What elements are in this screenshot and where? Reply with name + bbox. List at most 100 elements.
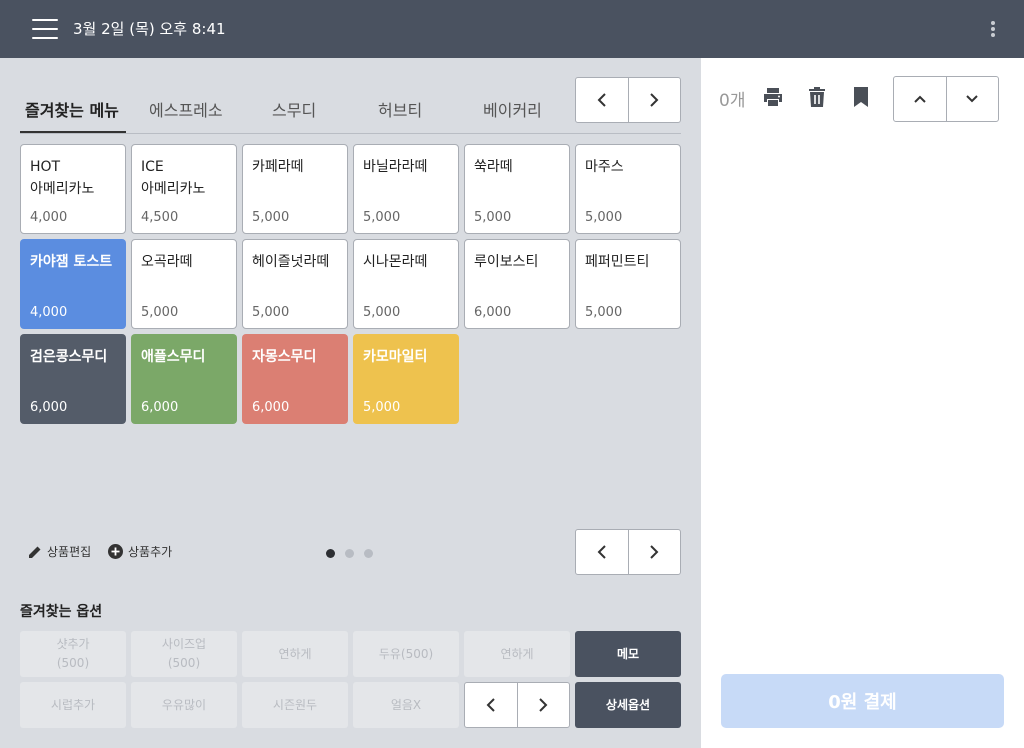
option-extra-milk[interactable]: 우유많이 [131,682,237,728]
chevron-right-icon [539,698,548,712]
product-card[interactable]: 카야잼 토스트 4,000 [20,239,126,329]
chevron-down-icon [966,95,978,103]
plus-circle-icon [108,544,123,559]
option-price: (500) [56,656,90,670]
option-light-2[interactable]: 연하게 [464,631,570,677]
add-product-label: 상품추가 [128,545,173,559]
product-price: 5,000 [474,210,512,225]
cart-panel: 0개 0원 결제 [701,58,1024,748]
option-pager [464,682,570,728]
product-card[interactable]: 헤이즐넛라떼 5,000 [242,239,348,329]
option-size-up[interactable]: 사이즈업 (500) [131,631,237,677]
option-extra-shot[interactable]: 샷추가 (500) [20,631,126,677]
product-card[interactable]: HOT 아메리카노 4,000 [20,144,126,234]
option-season-bean[interactable]: 시즌원두 [242,682,348,728]
product-next-button[interactable] [627,530,681,574]
page-indicator [326,549,373,558]
product-name: 헤이즐넛라떼 [252,254,330,270]
option-soy-milk[interactable]: 두유(500) [353,631,459,677]
product-card[interactable]: 마주스 5,000 [575,144,681,234]
product-price: 5,000 [585,305,623,320]
option-label: 시럽추가 [50,697,96,712]
option-light[interactable]: 연하게 [242,631,348,677]
datetime-label: 3월 2일 (목) 오후 8:41 [73,20,226,38]
detail-options-button[interactable]: 상세옵션 [575,682,681,728]
product-name: 바닐라라떼 [363,159,428,175]
product-name: 페퍼민트티 [585,254,650,270]
option-label: 사이즈업 [161,637,207,651]
chevron-right-icon [650,545,659,559]
option-label: 연하게 [278,646,312,661]
product-card[interactable]: 페퍼민트티 5,000 [575,239,681,329]
memo-button[interactable]: 메모 [575,631,681,677]
product-name: 카야잼 토스트 [30,254,113,270]
product-price: 5,000 [363,210,401,225]
option-next-button[interactable] [516,683,570,727]
tab-favorites[interactable]: 즐겨찾는 메뉴 [25,97,119,121]
product-name: 카페라떼 [252,159,304,175]
page-dot[interactable] [345,549,354,558]
page-dot[interactable] [326,549,335,558]
product-card[interactable]: 검은콩스무디 6,000 [20,334,126,424]
product-name: 검은콩스무디 [30,349,108,365]
product-name: 마주스 [585,159,624,175]
product-name: 쑥라떼 [474,159,513,175]
option-label: 메모 [616,646,640,661]
menu-icon[interactable] [32,19,58,39]
product-card[interactable]: 오곡라떼 5,000 [131,239,237,329]
product-price: 4,500 [141,210,179,225]
product-name: HOT 아메리카노 [30,159,95,197]
pay-button[interactable]: 0원 결제 [721,674,1004,728]
tab-espresso[interactable]: 에스프레소 [149,97,223,121]
product-price: 6,000 [252,400,290,415]
chevron-left-icon [597,545,606,559]
option-label: 샷추가 [56,637,90,651]
bookmark-icon[interactable] [849,85,873,109]
option-label: 시즌원두 [272,697,318,712]
option-label: 연하게 [500,646,534,661]
tab-smoothie[interactable]: 스무디 [272,97,316,121]
edit-products-button[interactable]: 상품편집 [28,543,91,560]
product-card[interactable]: 자몽스무디 6,000 [242,334,348,424]
product-price: 5,000 [141,305,179,320]
print-icon[interactable] [761,85,785,109]
trash-icon[interactable] [805,85,829,109]
product-card[interactable]: 애플스무디 6,000 [131,334,237,424]
scroll-down-button[interactable] [945,77,999,121]
option-no-ice[interactable]: 얼음X [353,682,459,728]
option-label: 얼음X [390,697,422,712]
product-price: 5,000 [252,305,290,320]
tab-next-button[interactable] [627,78,681,122]
more-vert-icon[interactable] [985,18,1001,40]
add-product-button[interactable]: 상품추가 [108,543,172,560]
product-card[interactable]: 시나몬라떼 5,000 [353,239,459,329]
product-price: 6,000 [141,400,179,415]
product-price: 4,000 [30,210,68,225]
product-card[interactable]: 카페라떼 5,000 [242,144,348,234]
tab-bakery[interactable]: 베이커리 [483,97,542,121]
product-card[interactable]: 루이보스티 6,000 [464,239,570,329]
tab-prev-button[interactable] [576,78,628,122]
option-label: 우유많이 [161,697,207,712]
top-bar: 3월 2일 (목) 오후 8:41 [0,0,1024,58]
product-price: 6,000 [30,400,68,415]
option-price: (500) [167,656,201,670]
product-price: 5,000 [252,210,290,225]
product-card[interactable]: 카모마일티 5,000 [353,334,459,424]
chevron-up-icon [914,95,926,103]
product-name: 루이보스티 [474,254,539,270]
product-card[interactable]: 쑥라떼 5,000 [464,144,570,234]
product-name: 자몽스무디 [252,349,317,365]
product-card[interactable]: 바닐라라떼 5,000 [353,144,459,234]
product-prev-button[interactable] [576,530,628,574]
tab-herbtea[interactable]: 허브티 [378,97,422,121]
option-prev-button[interactable] [465,683,517,727]
product-name: 오곡라떼 [141,254,193,270]
chevron-left-icon [486,698,495,712]
page-dot[interactable] [364,549,373,558]
product-card[interactable]: ICE 아메리카노 4,500 [131,144,237,234]
product-price: 4,000 [30,305,68,320]
product-name: 시나몬라떼 [363,254,428,270]
scroll-up-button[interactable] [894,77,946,121]
option-syrup[interactable]: 시럽추가 [20,682,126,728]
